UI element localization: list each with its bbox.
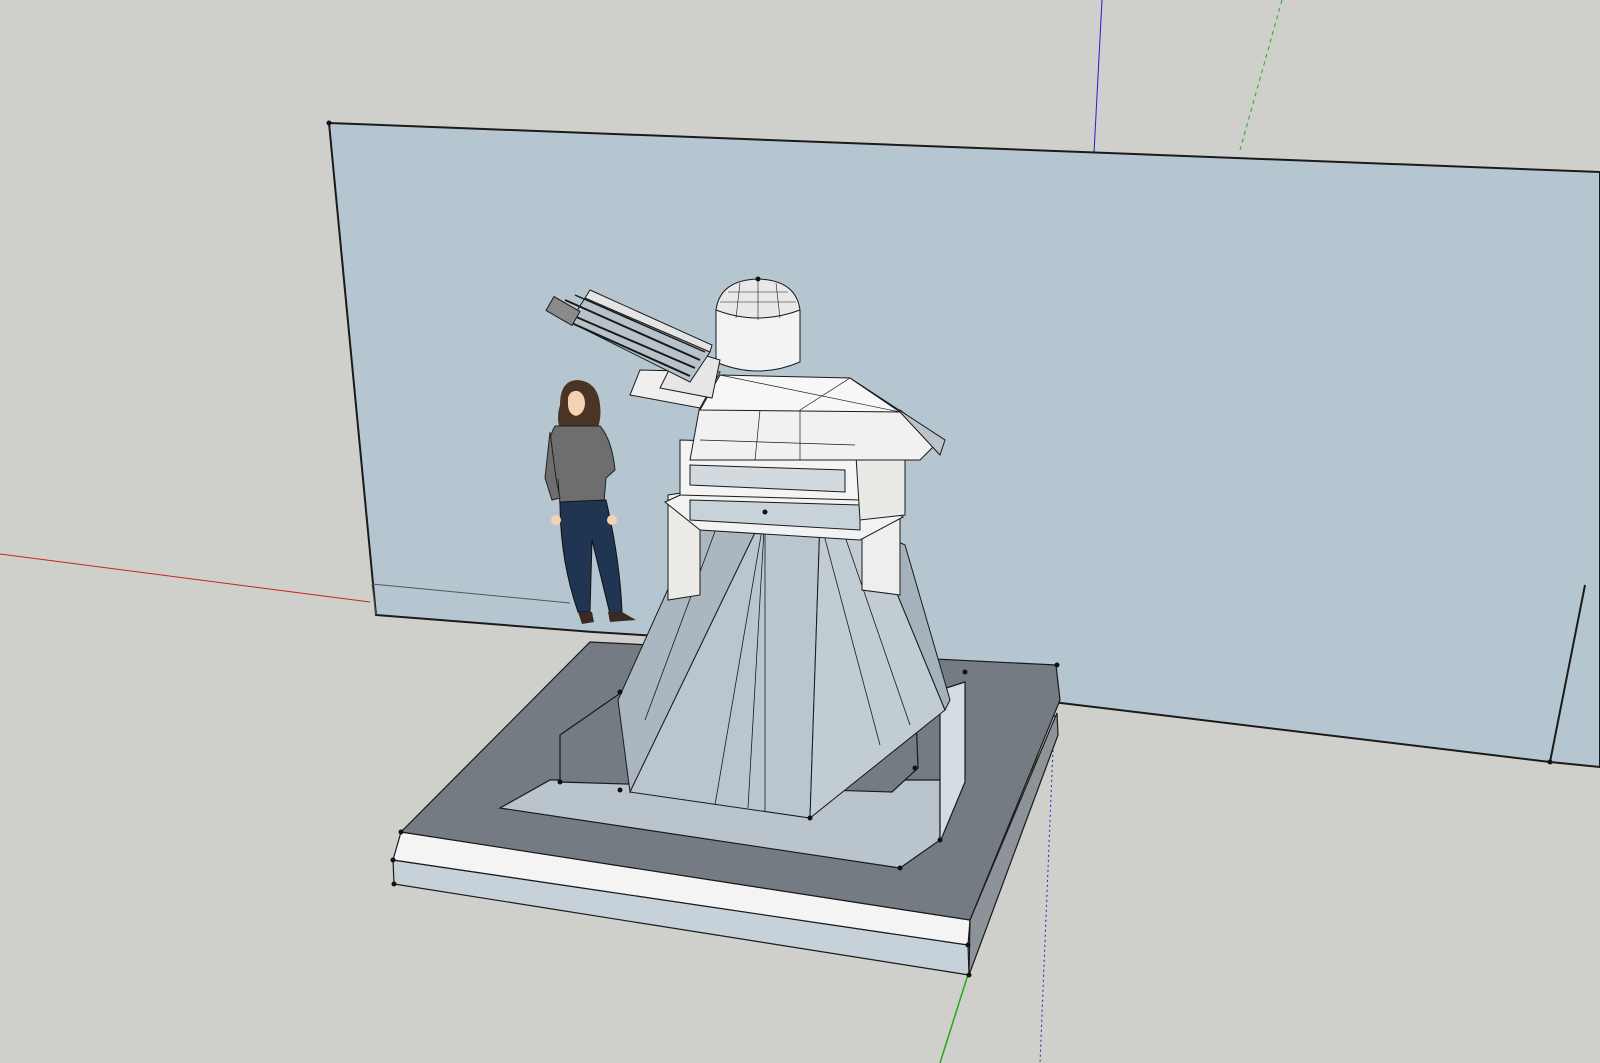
vertex-dot <box>398 829 404 835</box>
radar-dome[interactable] <box>715 278 801 372</box>
person-hand-left <box>551 515 561 525</box>
vertex-dot <box>966 972 972 978</box>
vertex-dot <box>1547 759 1553 765</box>
vertex-dot <box>912 765 918 771</box>
vertex-dot <box>557 779 563 785</box>
vertex-dot <box>897 865 903 871</box>
vertex-dot <box>391 881 397 887</box>
person-hand-right <box>607 515 617 525</box>
vertex-dot <box>617 787 623 793</box>
scene-canvas[interactable] <box>0 0 1600 1063</box>
vertex-dot <box>962 669 968 675</box>
vertex-dot <box>1054 662 1060 668</box>
vertex-dot <box>965 942 971 948</box>
vertex-dot <box>937 837 943 843</box>
vertex-dot <box>807 815 813 821</box>
vertex-dot <box>755 276 761 282</box>
3d-viewport[interactable] <box>0 0 1600 1063</box>
vertex-dot <box>617 689 623 695</box>
vertex-dot <box>390 857 396 863</box>
vertex-dot <box>326 120 332 126</box>
vertex-dot <box>762 509 768 515</box>
